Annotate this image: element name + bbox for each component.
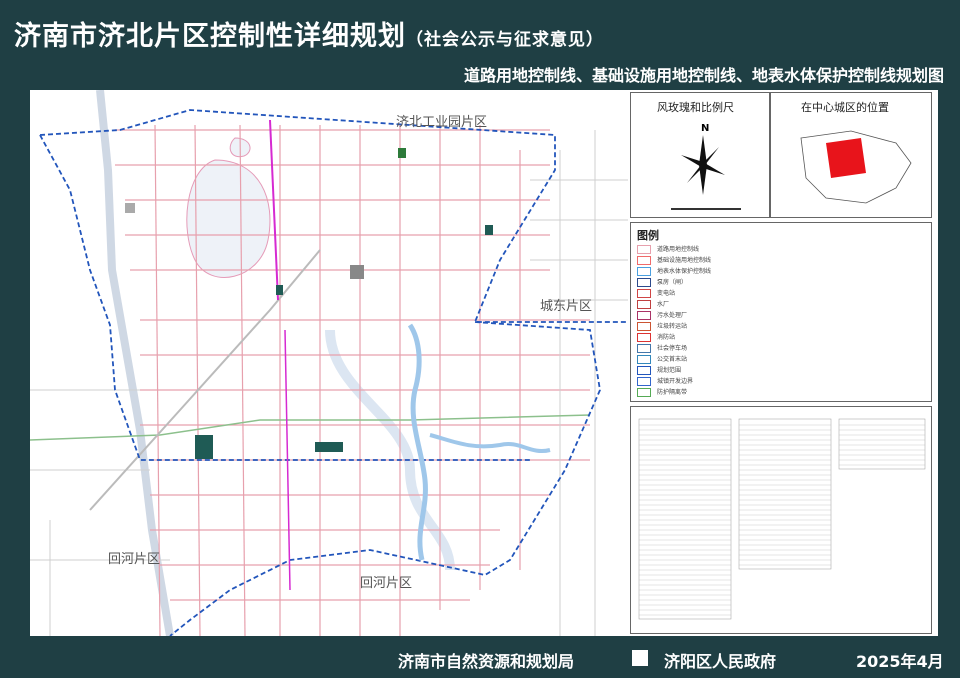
legend-item: 社会停车场 [637, 342, 797, 353]
legend-panel: 图例 道路用地控制线基础设施用地控制线 地表水体保护控制线 泵房（闸） 变电站水厂污水… [630, 222, 932, 402]
legend-swatch [637, 322, 651, 331]
legend-label: 基础设施用地控制线 [657, 257, 712, 264]
page-title: 济南市济北片区控制性详细规划（社会公示与征求意见） [14, 14, 604, 53]
facility-block [195, 435, 213, 459]
legend-label: 水厂 [657, 301, 670, 308]
legend-swatch [637, 311, 651, 320]
water-channel [407, 323, 428, 561]
label-industrial-park: 济北工业园片区 [396, 115, 488, 130]
legend-swatch [637, 245, 651, 254]
legend-swatch [637, 366, 651, 375]
control-line-magenta [269, 119, 279, 301]
legend-label: 垃圾转运站 [657, 323, 688, 330]
legend-swatch [637, 388, 651, 397]
header: 济南市济北片区控制性详细规划（社会公示与征求意见） 道路用地控制线、基础设施用地… [0, 0, 960, 90]
legend-label: 防护隔离带 [657, 389, 688, 396]
legend-swatch [637, 344, 651, 353]
facility-block [315, 442, 343, 452]
tables-panel [630, 406, 932, 634]
map-title: 道路用地控制线、基础设施用地控制线、地表水体保护控制线规划图 [463, 66, 944, 85]
legend-swatch [637, 333, 651, 342]
water-channel-2 [429, 433, 551, 454]
legend-label: 消防站 [657, 334, 676, 341]
facility-block [398, 148, 406, 158]
label-huihe-south: 回河片区 [360, 576, 413, 591]
facility-block [485, 225, 493, 235]
location-highlight [826, 138, 866, 178]
highway-green [30, 414, 591, 441]
legend-item: 污水处理厂 [637, 309, 797, 320]
subtitle-text: （社会公示与征求意见） [406, 30, 604, 50]
legend-label: 道路用地控制线 [657, 246, 700, 253]
legend-item: 防护隔离带 [637, 386, 797, 397]
legend-item: 城镇开发边界 [637, 375, 797, 386]
legend-swatch [637, 300, 651, 309]
legend-label: 规划范围 [657, 367, 682, 374]
footer: 济南市自然资源和规划局 济阳区人民政府 2025年4月 [0, 636, 960, 678]
legend-item: 泵房（闸） [637, 276, 797, 287]
legend-swatch [637, 256, 651, 265]
agency-jiyang-government: 济阳区人民政府 [664, 652, 777, 671]
facility-block [125, 203, 135, 213]
legend-swatch [637, 267, 651, 276]
legend-label: 地表水体保护控制线 [657, 268, 712, 275]
compass-panel: 风玫瑰和比例尺 N [630, 92, 770, 218]
legend-label: 泵房（闸） [657, 279, 688, 286]
map-frame: 济北工业园片区 城东片区 回河片区 回河片区 风玫瑰和比例尺 N 在中心城区的位… [30, 90, 938, 636]
title-text: 济南市济北片区控制性详细规划 [14, 21, 406, 52]
facility-block [276, 285, 283, 295]
legend-swatch [637, 289, 651, 298]
legend-label: 公交首末站 [657, 356, 688, 363]
legend-swatch [637, 355, 651, 364]
river-middle [325, 329, 455, 571]
legend-swatch [637, 377, 651, 386]
wind-rose-icon [671, 135, 741, 210]
sidebar: 风玫瑰和比例尺 N 在中心城区的位置 图例 道路用地控制线 基础设施用地控制线 地表 [630, 90, 936, 636]
legend-swatch [637, 278, 651, 287]
qr-code-icon[interactable] [632, 650, 648, 666]
location-panel: 在中心城区的位置 [770, 92, 932, 218]
release-date: 2025年4月 [856, 652, 944, 671]
legend-item: 基础设施用地控制线 [637, 254, 797, 265]
planning-map[interactable]: 济北工业园片区 城东片区 回河片区 回河片区 [30, 90, 628, 636]
legend-item: 消防站 [637, 331, 797, 342]
legend-item: 地表水体保护控制线 [637, 265, 797, 276]
legend-item: 垃圾转运站 [637, 320, 797, 331]
legend-item: 水厂 [637, 298, 797, 309]
legend-item: 公交首末站 [637, 353, 797, 364]
legend-title: 图例 [637, 229, 659, 242]
legend-item: 变电站 [637, 287, 797, 298]
legend-label: 污水处理厂 [657, 312, 688, 319]
label-chengdong: 城东片区 [540, 299, 593, 314]
legend-item: 规划范围 [637, 364, 797, 375]
location-map-icon [800, 130, 912, 204]
lake [186, 159, 271, 278]
legend-item: 道路用地控制线 [637, 243, 797, 254]
legend-label: 社会停车场 [657, 345, 688, 352]
legend-label: 变电站 [657, 290, 676, 297]
data-tables-graphic [638, 418, 926, 620]
label-huihe-west: 回河片区 [108, 552, 161, 567]
agency-natural-resources: 济南市自然资源和规划局 [398, 652, 575, 671]
facility-block [350, 265, 364, 279]
legend-label: 城镇开发边界 [657, 378, 694, 385]
